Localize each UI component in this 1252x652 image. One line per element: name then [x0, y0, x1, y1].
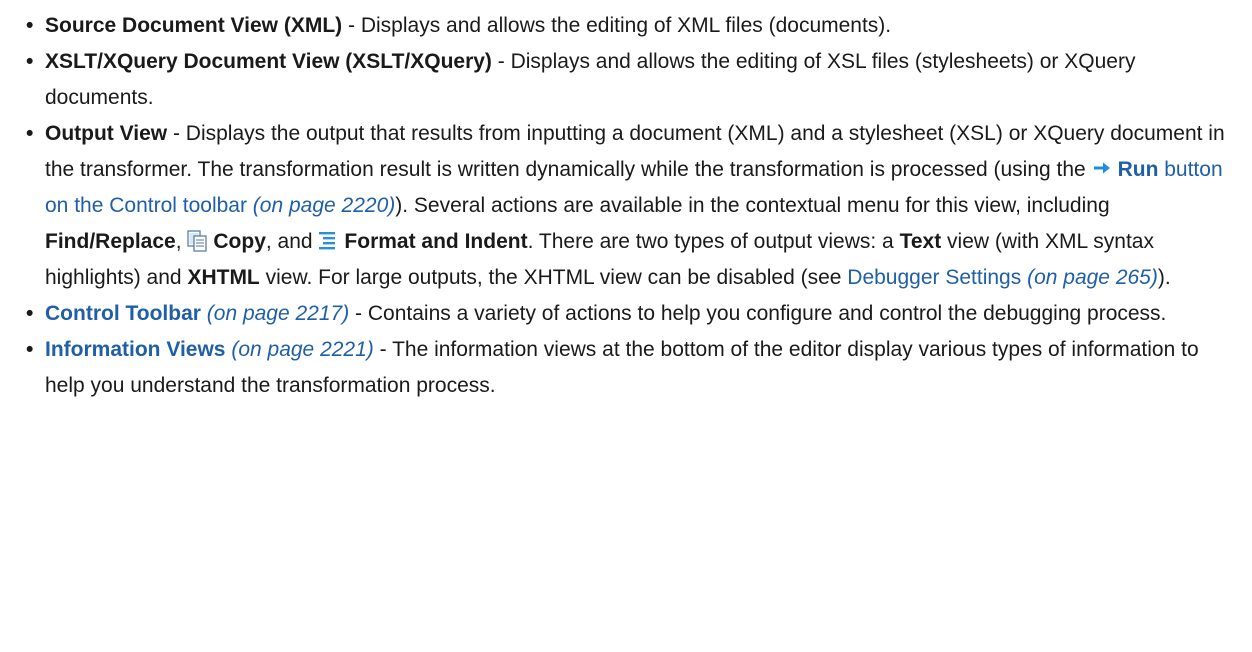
- item-description: , and: [265, 230, 319, 253]
- item-description: ,: [175, 230, 188, 253]
- bullet: •: [26, 338, 34, 361]
- format-indent-label: Format and Indent: [344, 230, 528, 253]
- page-reference[interactable]: (on page 2221): [231, 338, 373, 361]
- list-item-xslt-xquery-document-view: • XSLT/XQuery Document View (XSLT/XQuery…: [24, 44, 1234, 116]
- bullet: •: [26, 122, 34, 145]
- item-description: view. For large outputs, the XHTML view …: [259, 266, 848, 289]
- copy-icon: [187, 230, 208, 253]
- document: • Source Document View (XML) - Displays …: [0, 8, 1252, 404]
- debugger-settings-link[interactable]: Debugger Settings: [847, 266, 1021, 289]
- control-toolbar-link[interactable]: Control Toolbar: [45, 302, 201, 325]
- item-description: - Displays and allows the editing of XML…: [342, 14, 892, 37]
- item-title: Source Document View (XML): [45, 14, 343, 37]
- bullet: •: [26, 14, 34, 37]
- item-title: XSLT/XQuery Document View (XSLT/XQuery): [45, 50, 492, 73]
- item-description: - Contains a variety of actions to help …: [349, 302, 1167, 325]
- list-item-information-views: • Information Views (on page 2221) - The…: [24, 332, 1234, 404]
- find-replace-label: Find/Replace: [45, 230, 176, 253]
- bullet: •: [26, 302, 34, 325]
- item-description: . There are two types of output views: a: [527, 230, 900, 253]
- list-item-output-view: • Output View - Displays the output that…: [24, 116, 1234, 296]
- bullet: •: [26, 50, 34, 73]
- information-views-link[interactable]: Information Views: [45, 338, 225, 361]
- page-reference[interactable]: (on page 265): [1027, 266, 1158, 289]
- item-description: - Displays the output that results from …: [45, 122, 1225, 181]
- text-view-label: Text: [899, 230, 942, 253]
- list-item-control-toolbar: • Control Toolbar (on page 2217) - Conta…: [24, 296, 1234, 332]
- item-title: Output View: [45, 122, 168, 145]
- run-arrow-icon: [1092, 158, 1112, 178]
- item-description: ). Several actions are available in the …: [395, 194, 1110, 217]
- list-item-source-document-view: • Source Document View (XML) - Displays …: [24, 8, 1234, 44]
- page-reference[interactable]: (on page 2220): [253, 194, 395, 217]
- item-description: ).: [1157, 266, 1171, 289]
- copy-label: Copy: [213, 230, 266, 253]
- format-indent-icon: [318, 230, 338, 250]
- run-link[interactable]: Run: [1118, 158, 1159, 181]
- page-reference[interactable]: (on page 2217): [207, 302, 349, 325]
- xhtml-label: XHTML: [187, 266, 260, 289]
